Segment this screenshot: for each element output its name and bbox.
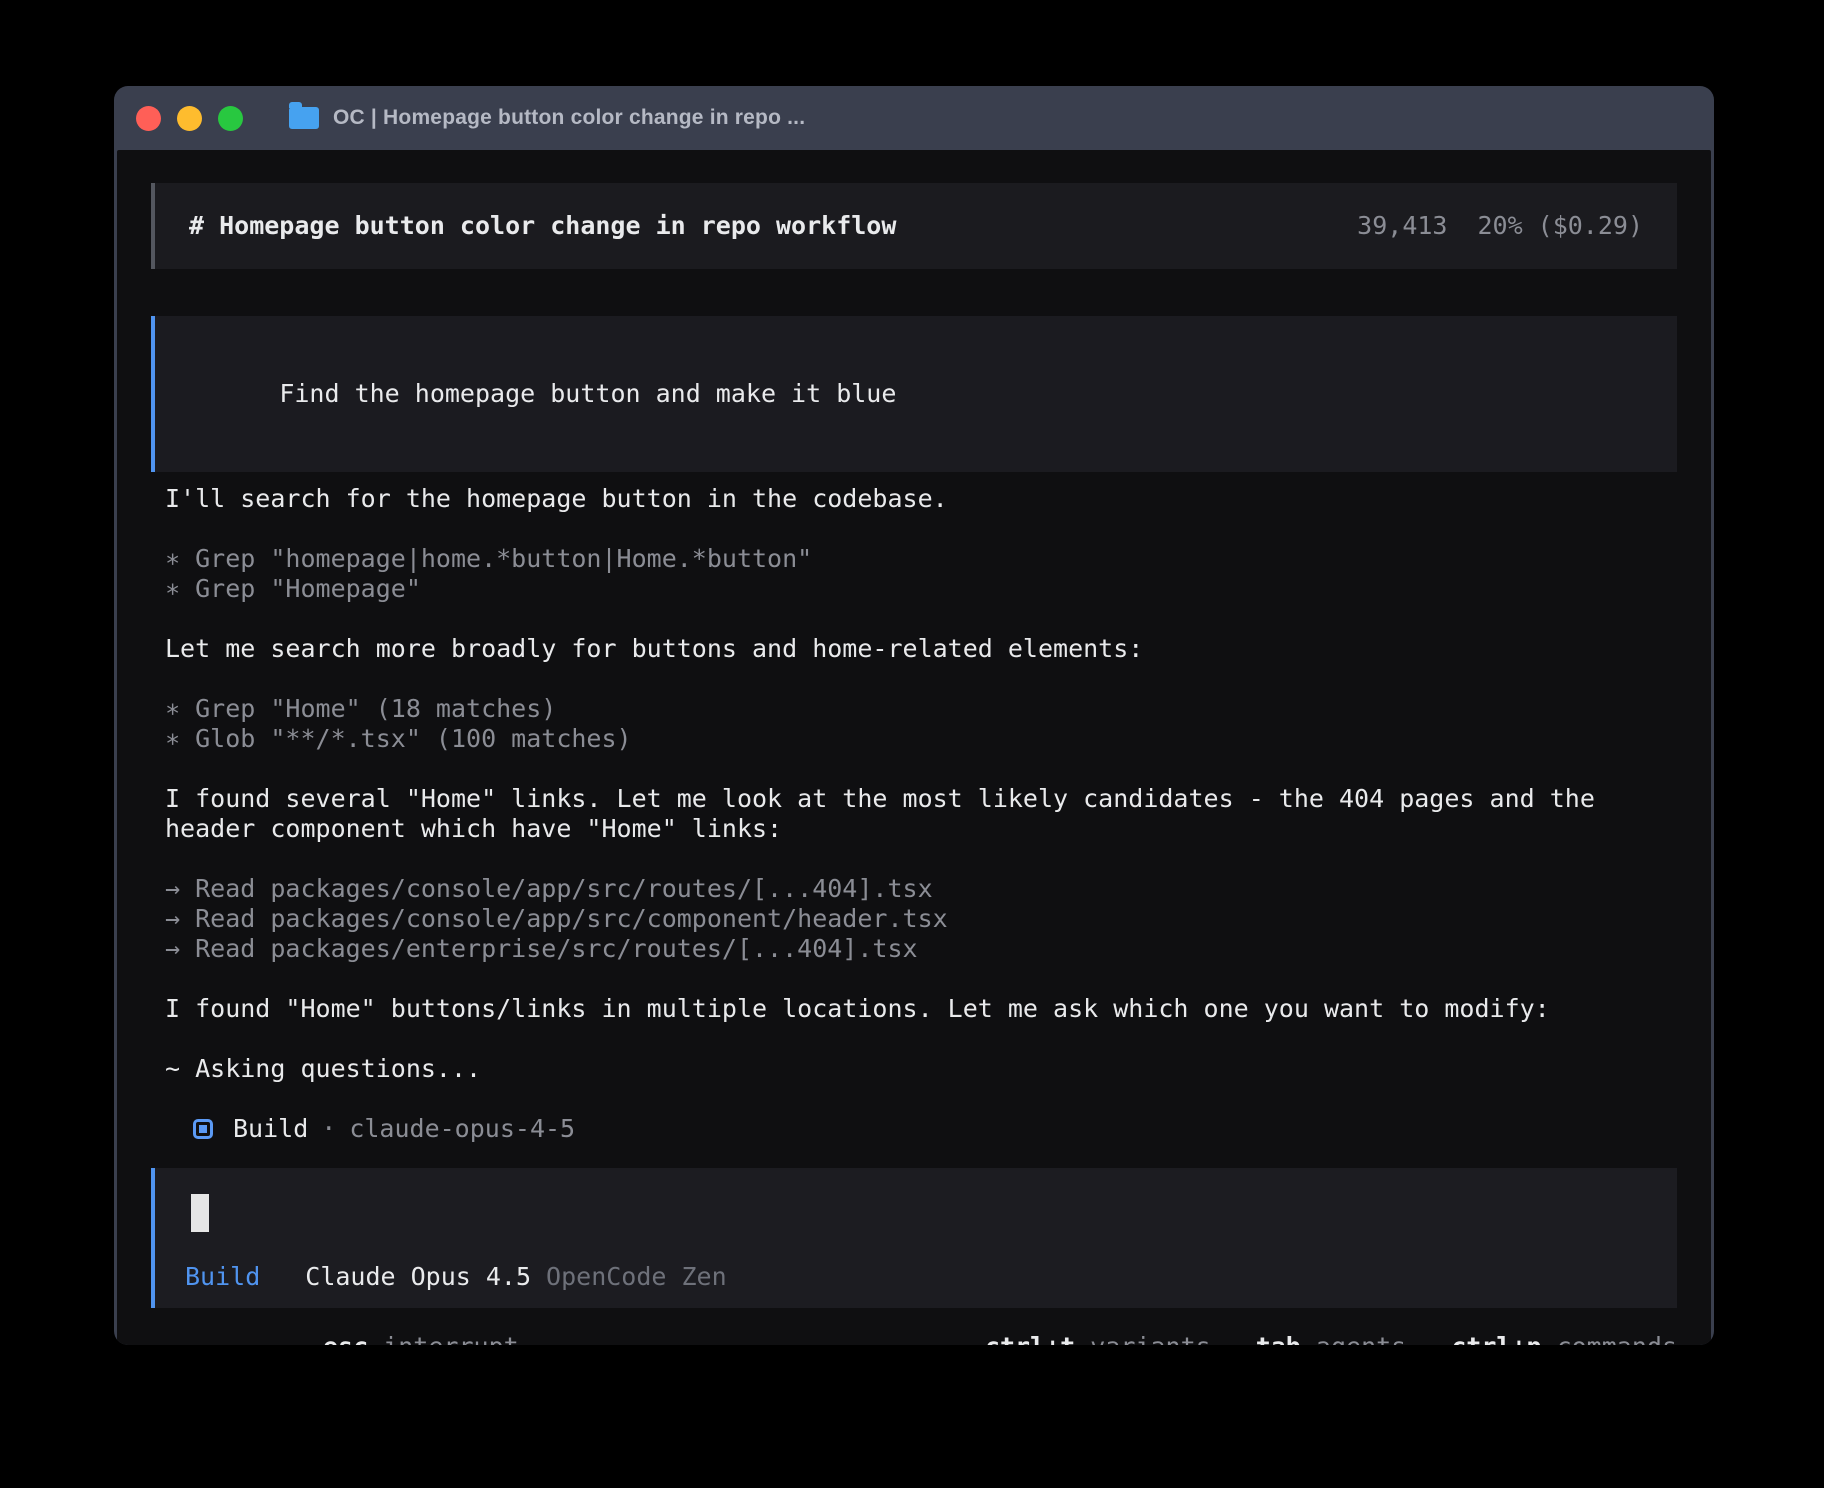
tool-call-read: → Read packages/console/app/src/routes/[… xyxy=(165,874,1677,904)
context-percent: 20% xyxy=(1477,211,1522,241)
close-button[interactable] xyxy=(136,106,161,131)
input-cursor xyxy=(191,1194,209,1232)
tool-call-group: ∗ Grep "homepage|home.*button|Home.*butt… xyxy=(165,544,1677,604)
tool-call-grep: ∗ Grep "homepage|home.*button|Home.*butt… xyxy=(165,544,1677,574)
separator-dot: · xyxy=(321,1114,336,1144)
agent-model: claude-opus-4-5 xyxy=(349,1114,575,1144)
hint-agents: tab agents xyxy=(1256,1332,1407,1345)
tool-call-group: ∗ Grep "Home" (18 matches) ∗ Glob "**/*.… xyxy=(165,694,1677,754)
terminal-content: # Homepage button color change in repo w… xyxy=(117,150,1711,1345)
input-model-label[interactable]: Claude Opus 4.5 xyxy=(305,1262,531,1292)
tool-call-read: → Read packages/console/app/src/componen… xyxy=(165,904,1677,934)
assistant-text: I found several "Home" links. Let me loo… xyxy=(165,784,1677,844)
assistant-text: Let me search more broadly for buttons a… xyxy=(165,634,1677,664)
tool-call-grep: ∗ Grep "Homepage" xyxy=(165,574,1677,604)
session-title: # Homepage button color change in repo w… xyxy=(189,211,896,241)
hint-interrupt: esc interrupt xyxy=(323,1332,519,1345)
tool-call-grep: ∗ Grep "Home" (18 matches) xyxy=(165,694,1677,724)
conversation: I'll search for the homepage button in t… xyxy=(151,484,1677,1084)
traffic-lights xyxy=(136,106,243,131)
window-title: OC | Homepage button color change in rep… xyxy=(333,106,805,130)
tool-call-read: → Read packages/enterprise/src/routes/[.… xyxy=(165,934,1677,964)
minimize-button[interactable] xyxy=(177,106,202,131)
title-bar[interactable]: OC | Homepage button color change in rep… xyxy=(114,86,1714,150)
tool-call-group: → Read packages/console/app/src/routes/[… xyxy=(165,874,1677,964)
session-stats: 39,413 20% ($0.29) xyxy=(1357,211,1643,241)
zoom-button[interactable] xyxy=(218,106,243,131)
assistant-text: I'll search for the homepage button in t… xyxy=(165,484,1677,514)
status-bar-right: ctrl+t variants tab agents ctrl+p comman… xyxy=(940,1332,1677,1345)
agent-name: Build xyxy=(233,1114,308,1144)
assistant-status-text: ~ Asking questions... xyxy=(165,1054,1677,1084)
folder-icon xyxy=(289,107,319,129)
input-status-line: Build Claude Opus 4.5 OpenCode Zen xyxy=(185,1262,1647,1292)
assistant-text: I found "Home" buttons/links in multiple… xyxy=(165,994,1677,1024)
status-bar-left: esc interrupt xyxy=(151,1332,519,1345)
session-header: # Homepage button color change in repo w… xyxy=(151,183,1677,269)
input-agent-label[interactable]: Build xyxy=(185,1262,260,1292)
input-provider-label: OpenCode Zen xyxy=(546,1262,727,1292)
user-message-text: Find the homepage button and make it blu… xyxy=(279,379,896,408)
title-group: OC | Homepage button color change in rep… xyxy=(289,106,805,130)
status-bar: esc interrupt ctrl+t variants tab agents… xyxy=(151,1332,1677,1345)
hint-commands: ctrl+p commands xyxy=(1451,1332,1677,1345)
square-in-square-icon xyxy=(193,1119,213,1139)
hint-variants: ctrl+t variants xyxy=(985,1332,1211,1345)
tool-call-glob: ∗ Glob "**/*.tsx" (100 matches) xyxy=(165,724,1677,754)
session-cost: ($0.29) xyxy=(1538,211,1643,241)
dot-spinner xyxy=(154,1345,271,1346)
user-message: Find the homepage button and make it blu… xyxy=(151,316,1677,472)
prompt-input[interactable]: Build Claude Opus 4.5 OpenCode Zen xyxy=(151,1168,1677,1308)
app-window: OC | Homepage button color change in rep… xyxy=(114,86,1714,1345)
token-count: 39,413 xyxy=(1357,211,1447,241)
agent-status-row: Build · claude-opus-4-5 xyxy=(151,1114,1677,1144)
